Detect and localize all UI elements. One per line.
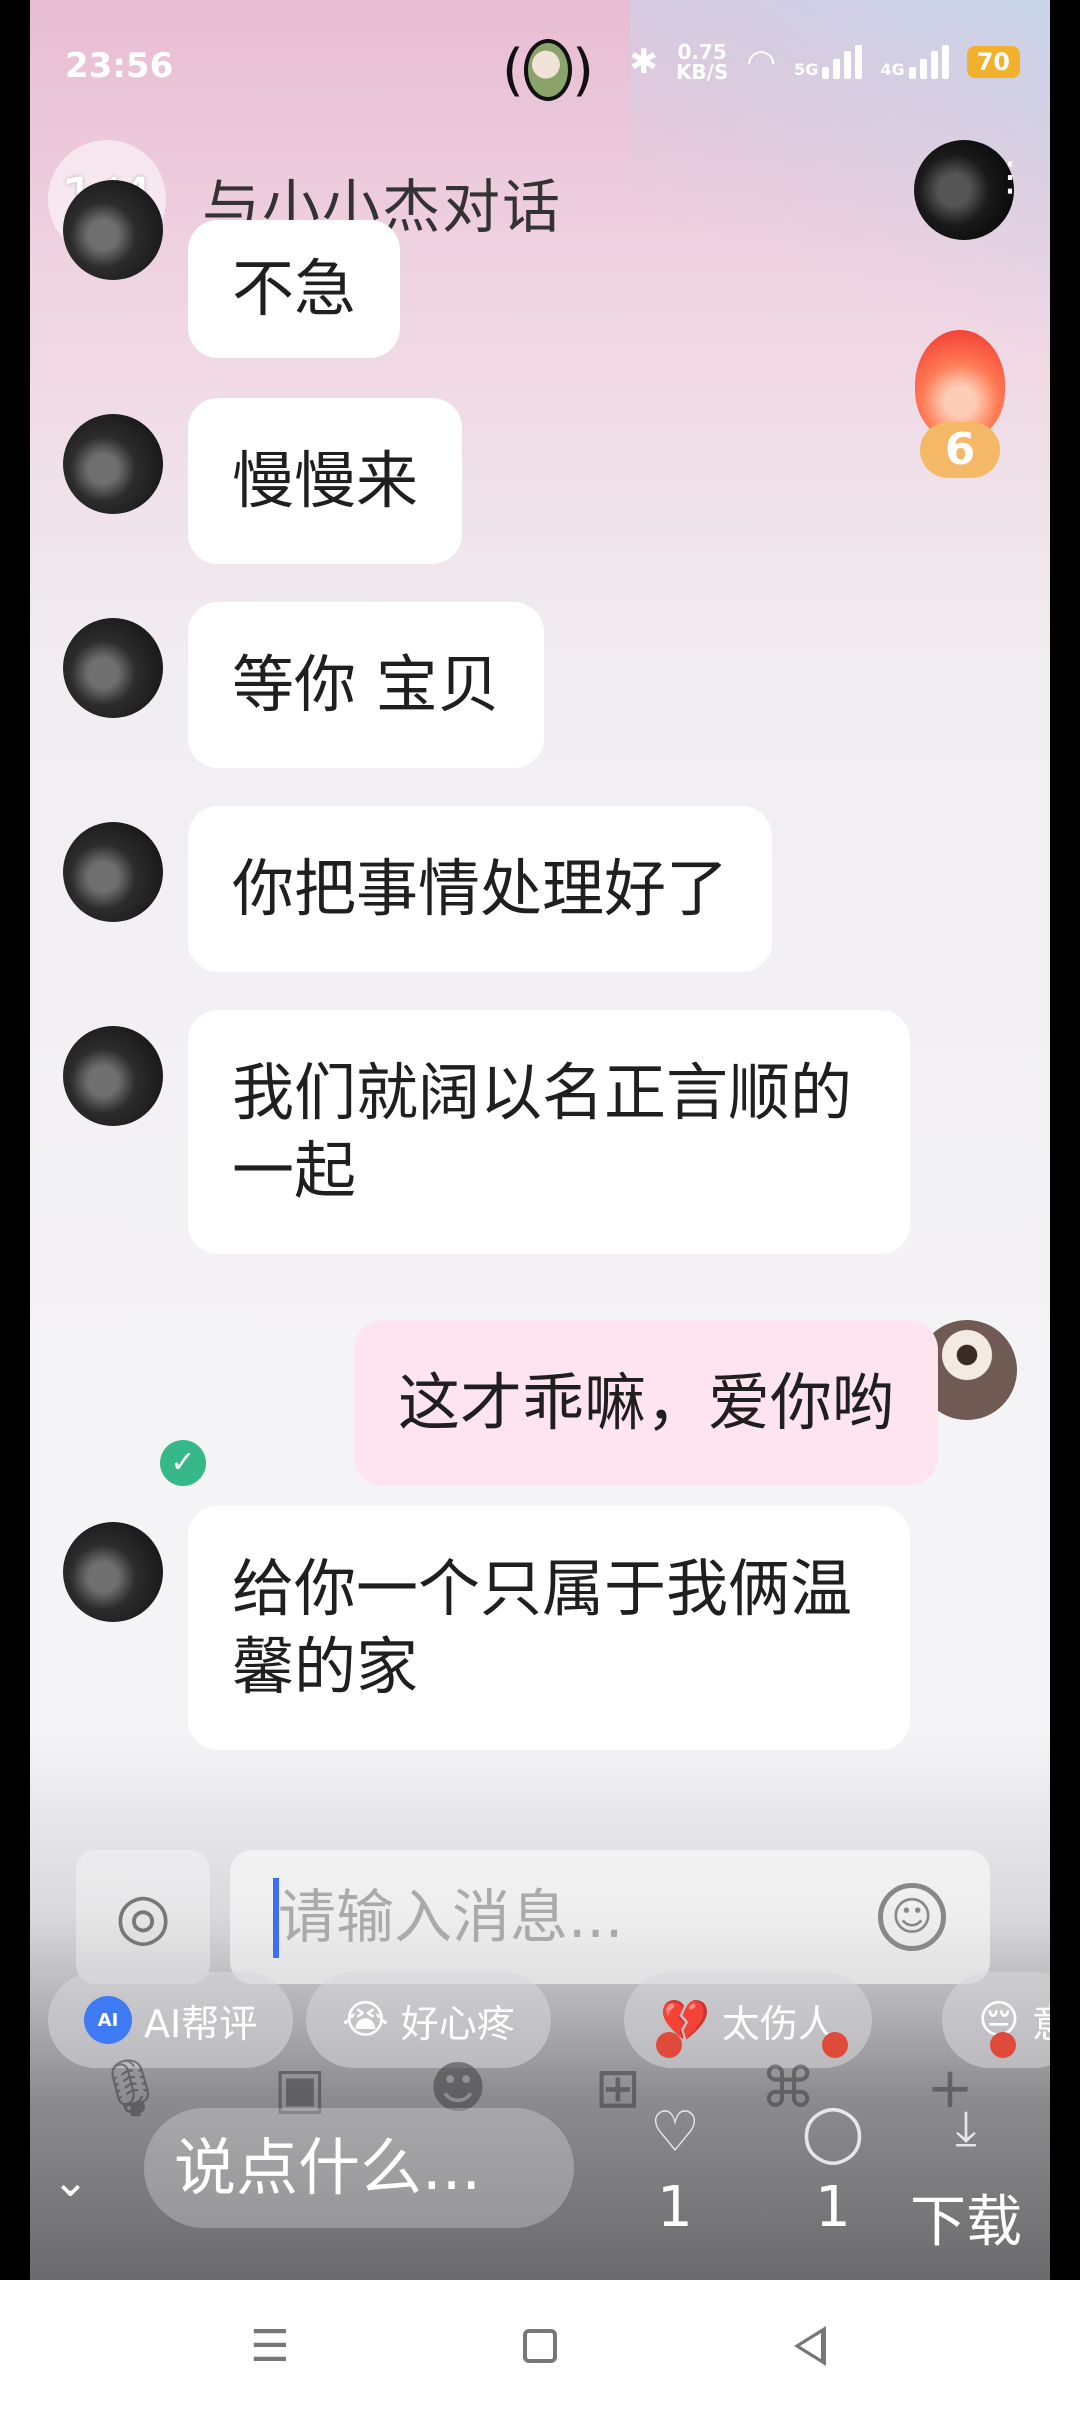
message-bubble[interactable]: 不急 (188, 220, 401, 358)
net-speed: 0.75 KB/S (676, 42, 728, 82)
signal-bar (908, 67, 916, 79)
net-speed-value: 0.75 (677, 40, 727, 64)
camera-icon[interactable]: ◎ (76, 1850, 210, 1984)
notification-dot (990, 2032, 1016, 2058)
message-bubble[interactable]: 等你 宝贝 (188, 602, 544, 768)
signal-bar (941, 45, 949, 79)
bluetooth-icon: ✱ (629, 42, 658, 82)
chevron-down-icon[interactable]: ⌄ (52, 2156, 89, 2207)
sender-avatar[interactable] (63, 414, 163, 514)
read-check-icon: ✓ (160, 1440, 206, 1486)
signal-bar (844, 51, 852, 79)
status-icons: ✱ 0.75 KB/S ◠ 5G 4G 70 (629, 42, 1020, 82)
sender-avatar[interactable] (63, 1026, 163, 1126)
signal-4g: 4G (880, 45, 949, 79)
like-count: 1 (657, 2175, 693, 2240)
wifi-icon: ◠ (746, 42, 777, 82)
download-label: 下载 (910, 2190, 1022, 2255)
message-bubble[interactable]: 我们就阔以名正言顺的一起 (188, 1010, 910, 1254)
crying-emoji-icon: 😭 (342, 1997, 389, 2043)
message-composer: ◎ 请输入消息... ☺ (30, 1850, 1050, 1990)
comment-count: 1 (815, 2175, 851, 2240)
emoji-icon[interactable]: ☺ (878, 1883, 946, 1951)
message-input-placeholder: 请输入消息... (278, 1883, 624, 1951)
status-bar: 23:56 () ✱ 0.75 KB/S ◠ 5G 4G 70 (30, 0, 1050, 130)
video-overlay-bar: ⌄ 说点什么... ♡ 1 ◯ 1 ⤓ 下载 (30, 2100, 1050, 2280)
message-input[interactable]: 请输入消息... ☺ (230, 1850, 990, 1984)
back-triangle-icon (794, 2326, 826, 2366)
comment-icon: ◯ (801, 2100, 865, 2165)
signal-bar (855, 45, 863, 79)
net-speed-unit: KB/S (675, 60, 729, 84)
comment-button[interactable]: ◯ 1 (778, 2100, 888, 2240)
menu-icon[interactable]: ☰ (235, 2321, 305, 2372)
story-avatar[interactable]: () (502, 36, 594, 104)
story-avatar-image (523, 39, 573, 101)
message-bubble[interactable]: 慢慢来 (188, 398, 463, 564)
more-options-icon[interactable]: ⋮ (990, 157, 1030, 197)
chip-label: AI帮评 (144, 2001, 258, 2046)
home-square-icon (523, 2329, 557, 2363)
fire-count: 6 (920, 422, 1000, 478)
message-bubble[interactable]: 你把事情处理好了 (188, 806, 773, 972)
signal-5g: 5G (794, 45, 863, 79)
chip-label: 太伤人 (721, 2001, 836, 2046)
chip-label: 意 (1032, 1993, 1050, 2048)
system-nav-bar: ☰ (0, 2280, 1080, 2412)
like-button[interactable]: ♡ 1 (620, 2100, 730, 2240)
text-caret (273, 1878, 279, 1958)
notification-dot (656, 2032, 682, 2058)
heart-icon: ♡ (649, 2100, 701, 2165)
streak-fire-badge[interactable]: 6 (910, 330, 1010, 480)
back-button[interactable] (775, 2326, 845, 2366)
sender-avatar[interactable] (63, 822, 163, 922)
chat-header: 1/4 与小小杰对话 ⋮ (30, 140, 1050, 260)
signal-label-5g: 5G (794, 60, 819, 79)
signal-bar (822, 67, 830, 79)
screen: 23:56 () ✱ 0.75 KB/S ◠ 5G 4G 70 与小小杰对话 ⋮… (30, 0, 1050, 2280)
message-bubble[interactable]: 给你一个只属于我俩温馨的家 (188, 1506, 910, 1750)
notification-dot (822, 2032, 848, 2058)
battery-level: 70 (966, 46, 1020, 78)
signal-bar (919, 59, 927, 79)
chip-label: 好心疼 (400, 2001, 515, 2046)
signal-bar (930, 51, 938, 79)
status-time: 23:56 (65, 46, 174, 86)
signal-bar (833, 59, 841, 79)
download-button[interactable]: ⤓ 下载 (910, 2100, 1022, 2258)
ai-icon: AI (84, 1996, 132, 2044)
sender-avatar[interactable] (63, 1522, 163, 1622)
sender-avatar[interactable] (63, 180, 163, 280)
home-button[interactable] (505, 2329, 575, 2363)
comment-input[interactable]: 说点什么... (144, 2108, 574, 2228)
signal-label-4g: 4G (880, 60, 905, 79)
message-bubble-outgoing[interactable]: 这才乖嘛，爱你哟 (353, 1320, 938, 1486)
sender-avatar[interactable] (63, 618, 163, 718)
download-icon: ⤓ (955, 2100, 977, 2156)
